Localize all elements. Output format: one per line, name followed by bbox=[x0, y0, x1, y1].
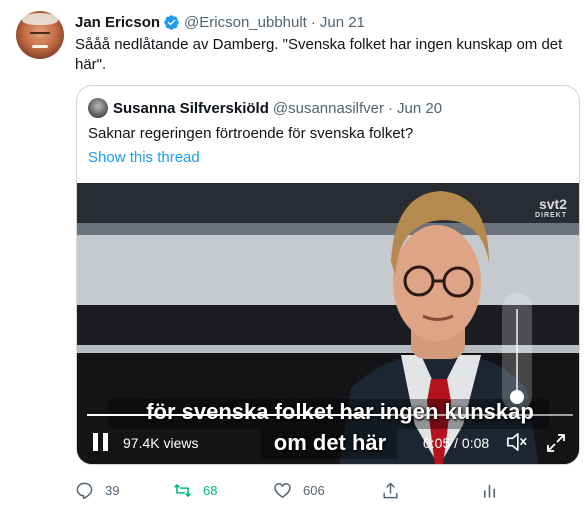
share-icon bbox=[383, 482, 398, 498]
quoted-tweet[interactable]: Susanna Silfverskiöld @susannasilfver · … bbox=[76, 85, 580, 465]
view-count: 97.4K views bbox=[123, 435, 199, 451]
volume-slider-knob[interactable] bbox=[510, 390, 524, 404]
analytics-icon bbox=[483, 484, 496, 498]
quote-author-handle[interactable]: @susannasilfver bbox=[273, 100, 384, 117]
video-progress-bar[interactable] bbox=[87, 414, 573, 416]
tweet-actions: 39 68 606 bbox=[75, 478, 575, 502]
analytics-button[interactable] bbox=[480, 478, 499, 502]
video-time: 0:05 / 0:08 bbox=[423, 435, 490, 451]
channel-logo: svt2 DIREKT bbox=[535, 197, 567, 220]
fullscreen-icon[interactable] bbox=[546, 433, 566, 453]
quote-avatar[interactable] bbox=[88, 98, 108, 118]
volume-slider-line bbox=[516, 309, 518, 397]
video-progress-fill bbox=[87, 414, 391, 416]
retweet-count: 68 bbox=[203, 482, 218, 498]
quote-timestamp[interactable]: Jun 20 bbox=[397, 100, 442, 117]
retweet-button[interactable]: 68 bbox=[173, 478, 217, 502]
share-button[interactable] bbox=[381, 478, 400, 502]
like-button[interactable]: 606 bbox=[273, 478, 325, 502]
channel-logo-sub: DIREKT bbox=[534, 212, 567, 219]
avatar-eyes bbox=[30, 32, 50, 38]
retweet-icon bbox=[174, 483, 191, 497]
author-handle[interactable]: @Ericson_ubbhult bbox=[184, 14, 307, 31]
quote-text: Saknar regeringen förtroende för svenska… bbox=[88, 125, 414, 142]
pause-icon[interactable] bbox=[93, 433, 109, 451]
tweet-timestamp[interactable]: Jun 21 bbox=[320, 14, 365, 31]
volume-slider[interactable] bbox=[502, 293, 532, 411]
video-player[interactable]: svt2 DIREKT för svenska folket har ingen… bbox=[77, 183, 579, 464]
tweet-text: Sååå nedlåtande av Damberg. "Svenska fol… bbox=[75, 36, 563, 73]
reply-count: 39 bbox=[105, 482, 120, 498]
reply-button[interactable]: 39 bbox=[75, 478, 119, 502]
show-thread-link[interactable]: Show this thread bbox=[88, 148, 200, 168]
avatar-hair bbox=[22, 13, 58, 25]
tweet-header: Jan Ericson @Ericson_ubbhult · Jun 21 bbox=[75, 11, 365, 33]
channel-logo-text: svt2 bbox=[538, 196, 567, 212]
quote-header: Susanna Silfverskiöld @susannasilfver · … bbox=[88, 96, 442, 120]
avatar-mouth bbox=[32, 45, 48, 48]
quote-author-name[interactable]: Susanna Silfverskiöld bbox=[113, 100, 269, 117]
author-avatar[interactable] bbox=[16, 11, 64, 59]
quote-separator-dot: · bbox=[388, 99, 393, 117]
like-icon bbox=[274, 482, 291, 498]
author-name[interactable]: Jan Ericson bbox=[75, 14, 160, 31]
like-count: 606 bbox=[303, 482, 325, 498]
reply-icon bbox=[76, 482, 93, 499]
separator-dot: · bbox=[310, 13, 316, 31]
tweet[interactable]: Jan Ericson @Ericson_ubbhult · Jun 21 Så… bbox=[0, 0, 585, 510]
verified-badge-icon bbox=[163, 14, 180, 31]
mute-icon[interactable] bbox=[505, 432, 527, 452]
